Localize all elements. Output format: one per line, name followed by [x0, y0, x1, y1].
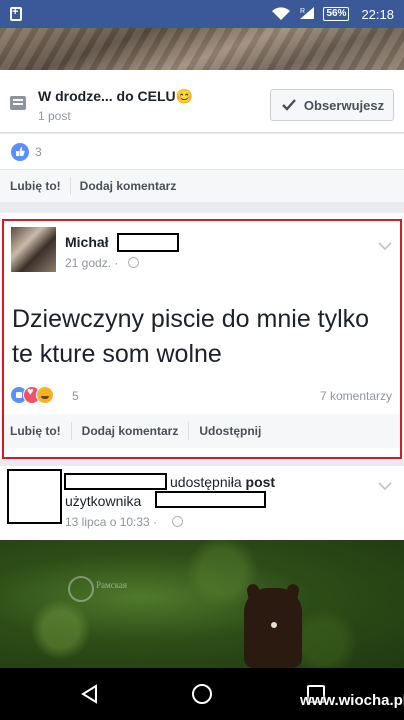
- watermark-logo: [68, 576, 94, 602]
- post-text: Dziewczyny piscie do mnie tylko te kture…: [12, 305, 370, 368]
- follow-button[interactable]: Obserwujesz: [270, 89, 394, 121]
- post-timestamp[interactable]: 13 lipca o 10:33 ·: [65, 515, 157, 529]
- watermark-text: Рамская: [96, 580, 128, 590]
- post-actions: Lubię to! Dodaj komentarz: [0, 170, 404, 202]
- site-watermark: www.wiocha.pl: [300, 692, 404, 709]
- group-icon: [10, 96, 26, 110]
- chevron-down-icon[interactable]: [378, 478, 392, 491]
- comment-count[interactable]: 7 komentarzy: [320, 389, 392, 403]
- wifi-icon: [271, 7, 291, 21]
- screen: R 56% 22:18 W drodze... do CELU😊 1 post …: [0, 0, 404, 720]
- smile-emoji: 😊: [175, 88, 194, 104]
- reaction-count[interactable]: 5: [72, 389, 79, 403]
- chevron-down-icon[interactable]: [378, 238, 392, 251]
- status-time: 22:18: [361, 6, 394, 22]
- haha-reaction-icon: [36, 386, 54, 404]
- post-photo[interactable]: [0, 540, 404, 668]
- avatar[interactable]: [11, 227, 56, 272]
- status-icons: R 56% 22:18: [271, 6, 394, 23]
- notification-icon: [10, 6, 22, 21]
- follow-label: Obserwujesz: [303, 97, 385, 113]
- like-button[interactable]: Lubię to!: [10, 177, 71, 195]
- group-post-count: 1 post: [38, 109, 71, 123]
- like-count: 3: [35, 145, 42, 159]
- share-header: udostępniła post: [170, 474, 276, 490]
- svg-text:R: R: [300, 8, 305, 15]
- reactions-row[interactable]: 3: [0, 134, 404, 170]
- post-timestamp[interactable]: 21 godz. ·: [65, 256, 118, 270]
- avatar[interactable]: [7, 469, 62, 524]
- globe-icon: [172, 516, 183, 527]
- battery-indicator: 56%: [323, 7, 350, 21]
- horse-blaze: [271, 622, 277, 628]
- share-user-label: użytkownika: [65, 493, 142, 509]
- post-link[interactable]: post: [246, 474, 276, 490]
- like-reaction-icon: [11, 143, 29, 161]
- comment-button[interactable]: Dodaj komentarz: [71, 177, 186, 195]
- back-icon[interactable]: [78, 682, 102, 706]
- globe-icon: [128, 257, 139, 268]
- status-bar: R 56% 22:18: [0, 0, 404, 28]
- redaction-box: [64, 473, 167, 490]
- redaction-box: [117, 233, 179, 252]
- home-icon[interactable]: [190, 682, 214, 706]
- share-button[interactable]: Udostępnij: [189, 422, 271, 440]
- signal-icon: R: [299, 6, 315, 23]
- horse-head: [244, 588, 302, 668]
- post-actions: Lubię to! Dodaj komentarz Udostępnij: [4, 414, 400, 448]
- comment-button[interactable]: Dodaj komentarz: [72, 422, 190, 440]
- cover-image: [0, 28, 404, 70]
- reaction-icons[interactable]: [10, 386, 54, 404]
- redaction-box: [155, 491, 266, 508]
- like-button[interactable]: Lubię to!: [10, 422, 72, 440]
- group-card: W drodze... do CELU😊 1 post Obserwujesz: [0, 70, 404, 133]
- author-name[interactable]: Michał: [65, 234, 109, 250]
- check-icon: [282, 99, 296, 111]
- group-title[interactable]: W drodze... do CELU😊: [38, 88, 193, 105]
